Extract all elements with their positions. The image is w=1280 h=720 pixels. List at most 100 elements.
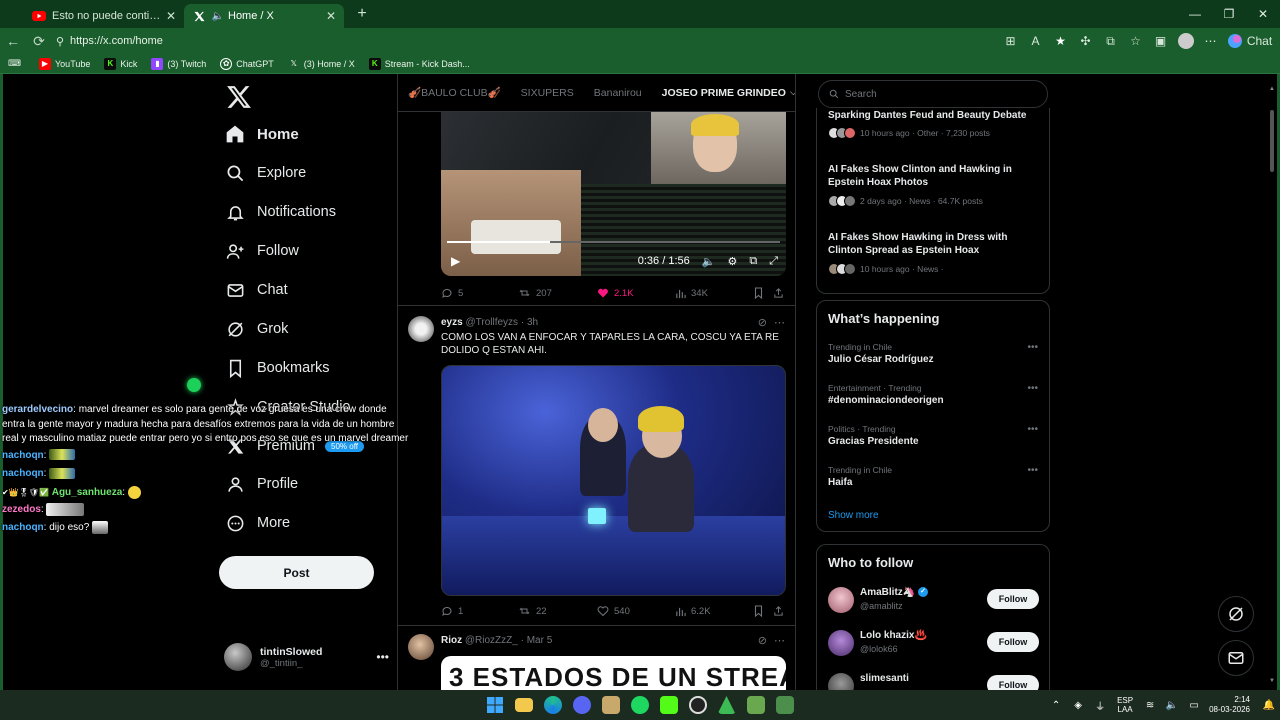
minimize-icon[interactable]: — <box>1178 0 1212 28</box>
maximize-icon[interactable]: ❐ <box>1212 0 1246 28</box>
sidebar-item-explore[interactable]: Explore <box>224 157 306 189</box>
search-input[interactable]: Search <box>818 80 1048 108</box>
speaker-icon[interactable]: 🔈 <box>212 9 224 23</box>
share-icon[interactable] <box>773 605 789 617</box>
scroll-down-icon[interactable]: ▼ <box>1269 678 1275 684</box>
x-logo-icon[interactable] <box>226 84 252 110</box>
app-available-icon[interactable]: ⊞ <box>998 30 1023 52</box>
reply-button[interactable]: 1 <box>441 605 463 617</box>
bookmark-icon[interactable] <box>753 287 769 299</box>
close-tab-icon[interactable]: ✕ <box>326 9 336 23</box>
video-player[interactable]: ▶ 0:36 / 1:56 🔈 ⚙ ⧉ ⤢ <box>441 112 786 276</box>
file-explorer-icon[interactable] <box>509 690 538 720</box>
play-icon[interactable]: ▶ <box>451 254 460 268</box>
tab-joseo-prime-grindeo[interactable]: JOSEO PRIME GRINDEO <box>662 87 786 99</box>
more-icon[interactable]: ⋯ <box>774 316 785 329</box>
tweet-author-handle[interactable]: @RiozZzZ_ <box>465 635 518 646</box>
more-icon[interactable]: ••• <box>1027 342 1038 353</box>
bookmark-twitch[interactable]: ▮ (3) Twitch <box>151 57 206 70</box>
tweet-time[interactable]: Mar 5 <box>527 635 553 646</box>
trend-name[interactable]: Haifa <box>828 477 852 488</box>
scroll-up-icon[interactable]: ▲ <box>1269 86 1275 92</box>
split-screen-icon[interactable]: ⧉ <box>1098 30 1123 52</box>
obs-icon[interactable] <box>683 690 712 720</box>
more-icon[interactable]: ••• <box>1027 465 1038 476</box>
tweet-author-handle[interactable]: @Trollfeyzs <box>465 317 518 328</box>
settings-icon[interactable]: ⚙ <box>727 255 737 268</box>
reload-icon[interactable]: ⟳ <box>26 29 52 53</box>
start-button[interactable] <box>480 690 509 720</box>
settings-more-icon[interactable]: ⋯ <box>1198 30 1223 52</box>
bookmark-kick[interactable]: K Kick <box>104 57 137 70</box>
follow-button[interactable]: Follow <box>987 675 1039 690</box>
app-icon[interactable] <box>596 690 625 720</box>
site-info-icon[interactable]: ⚲ <box>50 35 70 48</box>
grok-floating-button[interactable] <box>1218 596 1254 632</box>
views-button[interactable]: 6.2K <box>675 606 711 617</box>
video-progress-bar[interactable] <box>447 241 780 243</box>
follow-suggestion-name[interactable]: Lolo khazix♨️ <box>860 630 927 641</box>
bookmark-youtube[interactable]: ▶ YouTube <box>39 57 90 70</box>
more-icon[interactable]: ••• <box>1027 383 1038 394</box>
sidebar-item-home[interactable]: Home <box>224 118 299 150</box>
messages-floating-button[interactable] <box>1218 640 1254 676</box>
trend-name[interactable]: #denominaciondeorigen <box>828 395 944 406</box>
close-icon[interactable]: ✕ <box>1246 0 1280 28</box>
extensions-icon[interactable]: ✣ <box>1073 30 1098 52</box>
news-title[interactable]: AI Fakes Show Clinton and Hawking in Eps… <box>828 163 1040 189</box>
app-icon[interactable] <box>770 690 799 720</box>
chevron-down-icon[interactable]: ⌵ <box>790 87 795 98</box>
tweet-author-name[interactable]: Rioz <box>441 635 462 646</box>
repost-button[interactable]: 22 <box>518 605 547 617</box>
share-icon[interactable] <box>773 287 789 299</box>
favorite-star-icon[interactable]: ★ <box>1048 30 1073 52</box>
post-button[interactable]: Post <box>219 556 374 589</box>
repost-button[interactable]: 207 <box>518 287 552 299</box>
tweet-photo[interactable] <box>441 365 786 596</box>
more-icon[interactable]: ⋯ <box>774 634 785 647</box>
minecraft-icon[interactable] <box>741 690 770 720</box>
pip-icon[interactable]: ⧉ <box>749 255 757 268</box>
notifications-icon[interactable]: 🔔 <box>1258 700 1280 711</box>
news-title[interactable]: AI Fakes Show Hawking in Dress with Clin… <box>828 231 1040 257</box>
browser-tab-youtube[interactable]: Esto no puede continuar así - You ✕ <box>24 4 184 28</box>
more-icon[interactable]: ••• <box>376 650 389 664</box>
avatar[interactable] <box>408 634 434 660</box>
collections-icon[interactable]: ▣ <box>1148 30 1173 52</box>
app-icon[interactable] <box>712 690 741 720</box>
show-more-link[interactable]: Show more <box>828 510 879 521</box>
bookmark-icon[interactable] <box>753 605 769 617</box>
avatar[interactable] <box>828 630 854 656</box>
sidebar-item-grok[interactable]: Grok <box>224 313 288 345</box>
account-switcher[interactable]: tintinSlowed @_tintiin_ ••• <box>224 640 389 674</box>
trend-name[interactable]: Julio César Rodríguez <box>828 354 934 365</box>
edge-icon[interactable] <box>538 690 567 720</box>
volume-icon[interactable]: 🔈 <box>1161 700 1183 711</box>
scrollbar-thumb[interactable] <box>1270 110 1274 172</box>
kick-icon[interactable] <box>654 690 683 720</box>
tweet-time[interactable]: 3h <box>527 317 538 328</box>
bookmark-x-home[interactable]: 𝕏 (3) Home / X <box>288 58 355 70</box>
tab-bananirou[interactable]: Bananirou <box>594 87 642 99</box>
discord-icon[interactable] <box>567 690 596 720</box>
tweet-media[interactable]: 3 ESTADOS DE UN STREAMER <box>441 656 786 690</box>
network-app-icon[interactable]: ◈ <box>1067 700 1089 711</box>
bookmarks-menu-icon[interactable]: ⌨ <box>8 58 21 69</box>
address-bar[interactable]: ⚲ https://x.com/home <box>50 31 1050 51</box>
avatar[interactable] <box>828 587 854 613</box>
follow-suggestion-name[interactable]: AmaBlitz🦄 ✓ <box>860 587 929 598</box>
avatar[interactable] <box>828 673 854 690</box>
new-tab-button[interactable]: + <box>350 2 374 26</box>
browser-tab-x-home[interactable]: 🔈 Home / X ✕ <box>184 4 344 28</box>
reply-button[interactable]: 5 <box>441 287 463 299</box>
spotify-icon[interactable] <box>625 690 654 720</box>
bookmark-kick-dashboard[interactable]: K Stream - Kick Dash... <box>368 57 470 70</box>
grok-icon[interactable]: ⊘ <box>758 634 767 647</box>
sidebar-item-bookmarks[interactable]: Bookmarks <box>224 352 330 384</box>
tweet-author-name[interactable]: eyzs <box>441 317 463 328</box>
wifi-icon[interactable]: ≋ <box>1139 700 1161 711</box>
language-indicator[interactable]: ESP LAA <box>1117 696 1133 714</box>
close-tab-icon[interactable]: ✕ <box>166 9 176 23</box>
like-button[interactable]: 540 <box>597 605 630 617</box>
follow-suggestion-name[interactable]: slimesanti <box>860 673 909 684</box>
